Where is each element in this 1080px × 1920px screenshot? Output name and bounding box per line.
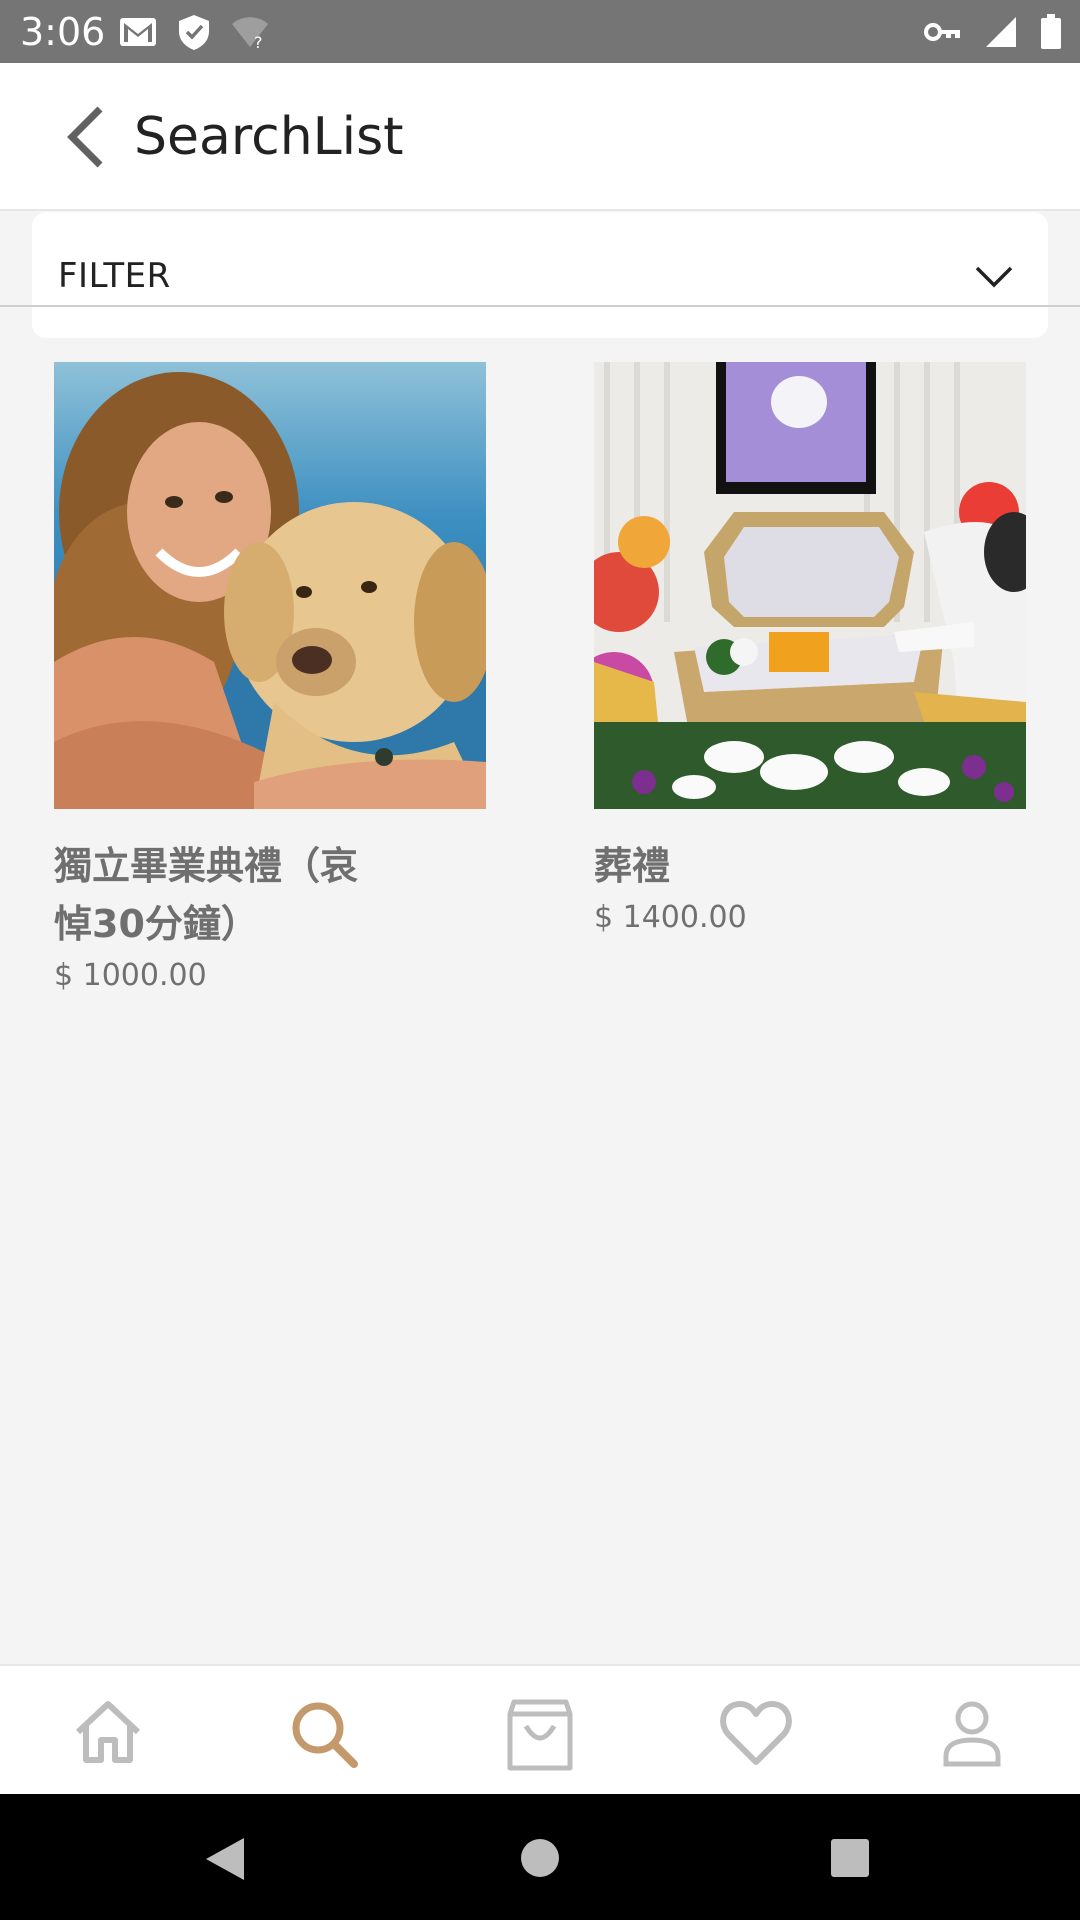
heart-icon[interactable] xyxy=(716,1694,796,1774)
product-price: $ 1400.00 xyxy=(594,900,747,935)
filter-dropdown[interactable]: FILTER xyxy=(32,212,1048,338)
page-title: SearchList xyxy=(134,107,404,167)
status-bar: 3:06 ? xyxy=(0,0,1080,63)
battery-icon xyxy=(1041,14,1061,49)
filter-label: FILTER xyxy=(58,256,171,296)
system-home-icon[interactable] xyxy=(520,1838,560,1878)
chevron-down-icon xyxy=(975,266,1013,288)
wifi-question-icon: ? xyxy=(232,17,268,49)
shopping-bag-icon[interactable] xyxy=(500,1694,580,1774)
signal-icon xyxy=(986,17,1016,47)
bottom-navigation xyxy=(0,1664,1080,1796)
status-right-icons xyxy=(924,13,1062,51)
svg-text:?: ? xyxy=(254,33,263,49)
system-navigation-bar xyxy=(0,1794,1080,1920)
person-icon[interactable] xyxy=(932,1694,1012,1774)
product-price: $ 1000.00 xyxy=(54,958,207,993)
product-image-pet-funeral[interactable] xyxy=(594,362,1026,809)
status-left-icons: ? xyxy=(118,13,270,51)
search-icon[interactable] xyxy=(284,1694,364,1774)
filter-underline xyxy=(0,305,1080,307)
status-time: 3:06 xyxy=(20,10,106,54)
vpn-key-icon xyxy=(924,23,960,41)
product-card[interactable]: 葬禮 $ 1400.00 xyxy=(594,362,1026,937)
home-icon[interactable] xyxy=(68,1694,148,1774)
app-bar: SearchList xyxy=(0,63,1080,211)
gmail-icon xyxy=(120,18,156,46)
product-name: 葬禮 xyxy=(594,844,671,888)
product-name: 獨立畢業典禮（哀悼30分鐘） xyxy=(54,844,359,946)
system-back-icon[interactable] xyxy=(204,1836,246,1882)
back-chevron-icon[interactable] xyxy=(62,103,110,171)
product-image-woman-with-dog[interactable] xyxy=(54,362,486,809)
product-card[interactable]: 獨立畢業典禮（哀悼30分鐘） $ 1000.00 xyxy=(54,362,486,995)
shield-icon xyxy=(179,15,209,50)
system-recents-icon[interactable] xyxy=(830,1838,870,1878)
